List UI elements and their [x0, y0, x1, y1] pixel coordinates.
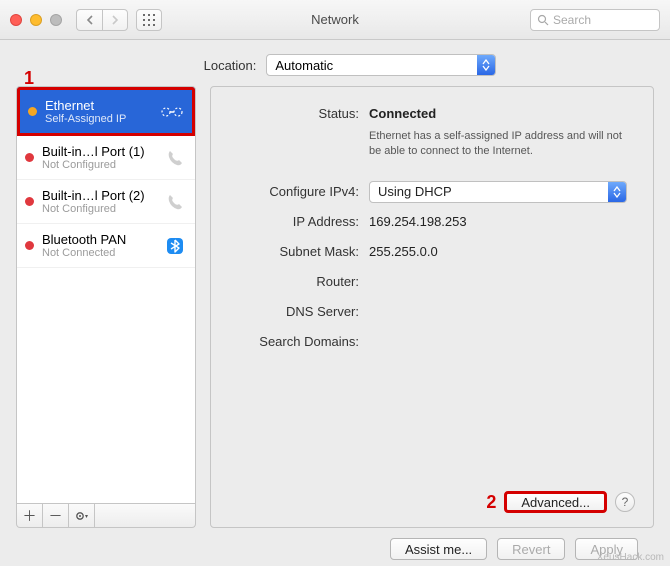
location-select[interactable]: Automatic	[266, 54, 496, 76]
revert-button[interactable]: Revert	[497, 538, 565, 560]
search-icon	[537, 14, 549, 26]
status-dot-icon	[25, 241, 34, 250]
location-row: Location: Automatic	[46, 54, 654, 76]
status-value: Connected	[369, 106, 436, 121]
gear-icon	[75, 510, 89, 522]
sidebar-item-bluetooth[interactable]: Bluetooth PAN Not Connected	[17, 224, 195, 268]
help-button[interactable]: ?	[615, 492, 635, 512]
sidebar-item-name: Ethernet	[45, 98, 152, 113]
forward-button[interactable]	[102, 9, 128, 31]
sidebar-item-sub: Not Configured	[42, 159, 155, 171]
searchdomains-label: Search Domains:	[211, 331, 369, 353]
ip-label: IP Address:	[211, 211, 369, 233]
subnet-label: Subnet Mask:	[211, 241, 369, 263]
config-value: Using DHCP	[378, 181, 452, 203]
annotation-2: 2	[486, 492, 496, 513]
watermark: XeusHack.com	[597, 552, 664, 563]
location-value: Automatic	[275, 58, 333, 73]
sidebar-item-modem1[interactable]: Built-in…l Port (1) Not Configured	[17, 136, 195, 180]
search-input[interactable]: Search	[530, 9, 660, 31]
sidebar-item-sub: Not Configured	[42, 203, 155, 215]
ethernet-icon	[160, 100, 184, 124]
chevron-updown-icon	[477, 55, 495, 75]
sidebar-item-name: Built-in…l Port (1)	[42, 144, 155, 159]
bottom-bar: Assist me... Revert Apply	[16, 528, 654, 560]
sidebar-item-sub: Self-Assigned IP	[45, 113, 152, 125]
status-dot-icon	[25, 197, 34, 206]
nav-buttons	[76, 9, 128, 31]
configure-ipv4-select[interactable]: Using DHCP	[369, 181, 627, 203]
dns-label: DNS Server:	[211, 301, 369, 323]
sidebar-item-sub: Not Connected	[42, 247, 155, 259]
location-label: Location:	[204, 58, 257, 73]
search-placeholder: Search	[553, 13, 591, 27]
action-menu-button[interactable]	[69, 504, 95, 527]
annotation-1: 1	[24, 68, 34, 89]
minimize-window-icon[interactable]	[30, 14, 42, 26]
assist-button[interactable]: Assist me...	[390, 538, 487, 560]
subnet-value: 255.255.0.0	[369, 241, 635, 263]
back-button[interactable]	[76, 9, 102, 31]
sidebar-item-name: Built-in…l Port (2)	[42, 188, 155, 203]
add-interface-button[interactable]: ＋	[17, 504, 43, 527]
ip-value: 169.254.198.253	[369, 211, 635, 233]
bluetooth-icon	[163, 234, 187, 258]
status-hint: Ethernet has a self-assigned IP address …	[369, 129, 629, 159]
router-label: Router:	[211, 271, 369, 293]
interfaces-list: Ethernet Self-Assigned IP Built-in…l Por…	[16, 86, 196, 504]
close-window-icon[interactable]	[10, 14, 22, 26]
advanced-button[interactable]: Advanced...	[504, 491, 607, 513]
status-label: Status:	[211, 103, 369, 125]
status-dot-icon	[28, 107, 37, 116]
status-dot-icon	[25, 153, 34, 162]
traffic-lights	[10, 14, 62, 26]
zoom-window-icon	[50, 14, 62, 26]
sidebar-item-ethernet[interactable]: Ethernet Self-Assigned IP	[17, 87, 195, 136]
details-panel: Status: Connected Ethernet has a self-as…	[210, 86, 654, 528]
titlebar: Network Search	[0, 0, 670, 40]
show-all-button[interactable]	[136, 9, 162, 31]
chevron-updown-icon	[608, 182, 626, 202]
remove-interface-button[interactable]: －	[43, 504, 69, 527]
sidebar-item-modem2[interactable]: Built-in…l Port (2) Not Configured	[17, 180, 195, 224]
phone-icon	[163, 190, 187, 214]
phone-icon	[163, 146, 187, 170]
sidebar-footer: ＋ －	[16, 504, 196, 528]
config-label: Configure IPv4:	[211, 181, 369, 203]
sidebar-item-name: Bluetooth PAN	[42, 232, 155, 247]
